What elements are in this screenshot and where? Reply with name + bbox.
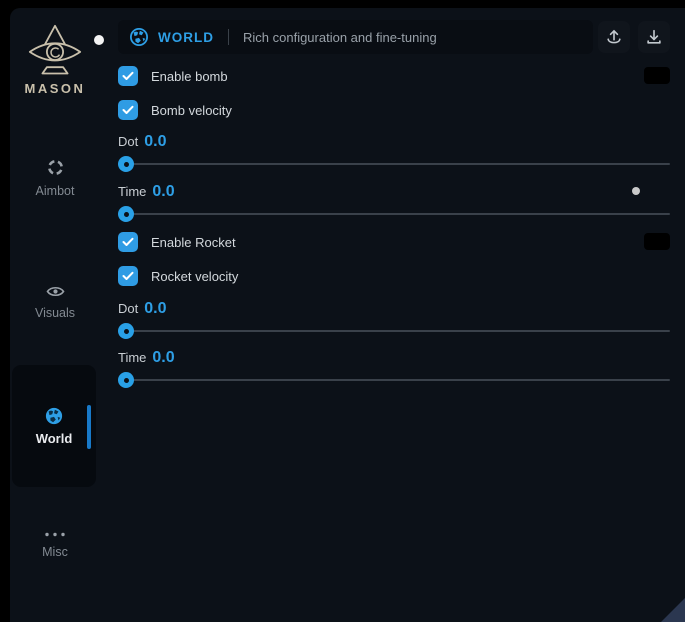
slider-label: Time bbox=[118, 350, 146, 365]
download-icon bbox=[645, 28, 663, 46]
import-config-button[interactable] bbox=[638, 21, 670, 53]
globe-icon bbox=[130, 28, 148, 46]
slider-track bbox=[118, 163, 670, 165]
bomb-color-swatch[interactable] bbox=[644, 67, 670, 84]
sidebar-item-aimbot[interactable]: Aimbot bbox=[10, 159, 100, 200]
bomb-time-slider[interactable] bbox=[118, 206, 670, 222]
brand-name: MASON bbox=[10, 81, 100, 96]
bomb-dot-slider[interactable] bbox=[118, 156, 670, 172]
sidebar: MASON Aimbot Visuals World bbox=[10, 8, 108, 622]
corner-accent bbox=[661, 598, 685, 622]
enable-bomb-row: Enable bomb bbox=[118, 66, 670, 86]
slider-thumb[interactable] bbox=[118, 323, 134, 339]
slider-thumb[interactable] bbox=[118, 372, 134, 388]
active-tab-indicator bbox=[87, 405, 91, 449]
sidebar-item-label: Visuals bbox=[35, 306, 75, 320]
app-window: MASON Aimbot Visuals World bbox=[10, 8, 685, 622]
sidebar-item-label: Misc bbox=[42, 545, 68, 559]
page-header: WORLD Rich configuration and fine-tuning bbox=[118, 20, 593, 54]
enable-rocket-checkbox[interactable] bbox=[118, 232, 138, 252]
slider-thumb[interactable] bbox=[118, 206, 134, 222]
sidebar-item-label: World bbox=[12, 431, 96, 446]
enable-bomb-checkbox[interactable] bbox=[118, 66, 138, 86]
bomb-time-slider-group: Time 0.0 bbox=[118, 183, 670, 222]
divider bbox=[228, 29, 229, 45]
rocket-velocity-row: Rocket velocity bbox=[118, 266, 670, 286]
cursor-dot bbox=[632, 187, 640, 195]
thumb-dot bbox=[124, 329, 129, 334]
rocket-velocity-checkbox[interactable] bbox=[118, 266, 138, 286]
checkbox-label: Enable Rocket bbox=[151, 235, 236, 250]
main-panel: WORLD Rich configuration and fine-tuning bbox=[118, 8, 670, 622]
slider-track bbox=[118, 379, 670, 381]
rocket-time-slider[interactable] bbox=[118, 372, 670, 388]
slider-track bbox=[118, 213, 670, 215]
check-icon bbox=[122, 237, 134, 247]
rocket-dot-slider[interactable] bbox=[118, 323, 670, 339]
app-logo: MASON bbox=[10, 24, 100, 96]
eye-icon bbox=[46, 285, 65, 298]
thumb-dot bbox=[124, 212, 129, 217]
slider-track bbox=[118, 330, 670, 332]
page-subtitle: Rich configuration and fine-tuning bbox=[243, 30, 437, 45]
crosshair-icon bbox=[47, 159, 64, 176]
sidebar-item-misc[interactable]: Misc bbox=[10, 532, 100, 561]
sidebar-item-world[interactable]: World bbox=[12, 365, 96, 487]
rocket-color-swatch[interactable] bbox=[644, 233, 670, 250]
check-icon bbox=[122, 105, 134, 115]
slider-label: Dot bbox=[118, 134, 138, 149]
all-seeing-eye-logo-icon bbox=[26, 24, 84, 78]
checkbox-label: Bomb velocity bbox=[151, 103, 232, 118]
slider-value: 0.0 bbox=[144, 300, 166, 317]
sidebar-item-visuals[interactable]: Visuals bbox=[10, 285, 100, 322]
ellipsis-icon bbox=[44, 532, 66, 537]
slider-value: 0.0 bbox=[152, 183, 174, 200]
slider-label: Dot bbox=[118, 301, 138, 316]
cursor-dot bbox=[94, 35, 104, 45]
checkbox-label: Rocket velocity bbox=[151, 269, 238, 284]
slider-value: 0.0 bbox=[152, 349, 174, 366]
rocket-dot-slider-group: Dot 0.0 bbox=[118, 300, 670, 339]
page-title: WORLD bbox=[158, 30, 214, 45]
check-icon bbox=[122, 271, 134, 281]
check-icon bbox=[122, 71, 134, 81]
bomb-dot-slider-group: Dot 0.0 bbox=[118, 133, 670, 172]
thumb-dot bbox=[124, 378, 129, 383]
globe-icon bbox=[45, 407, 63, 425]
sidebar-item-label: Aimbot bbox=[36, 184, 75, 198]
slider-label: Time bbox=[118, 184, 146, 199]
slider-thumb[interactable] bbox=[118, 156, 134, 172]
bomb-velocity-row: Bomb velocity bbox=[118, 100, 670, 120]
checkbox-label: Enable bomb bbox=[151, 69, 228, 84]
export-config-button[interactable] bbox=[598, 21, 630, 53]
bomb-velocity-checkbox[interactable] bbox=[118, 100, 138, 120]
slider-value: 0.0 bbox=[144, 133, 166, 150]
upload-icon bbox=[605, 28, 623, 46]
rocket-time-slider-group: Time 0.0 bbox=[118, 349, 670, 388]
enable-rocket-row: Enable Rocket bbox=[118, 232, 670, 252]
thumb-dot bbox=[124, 162, 129, 167]
